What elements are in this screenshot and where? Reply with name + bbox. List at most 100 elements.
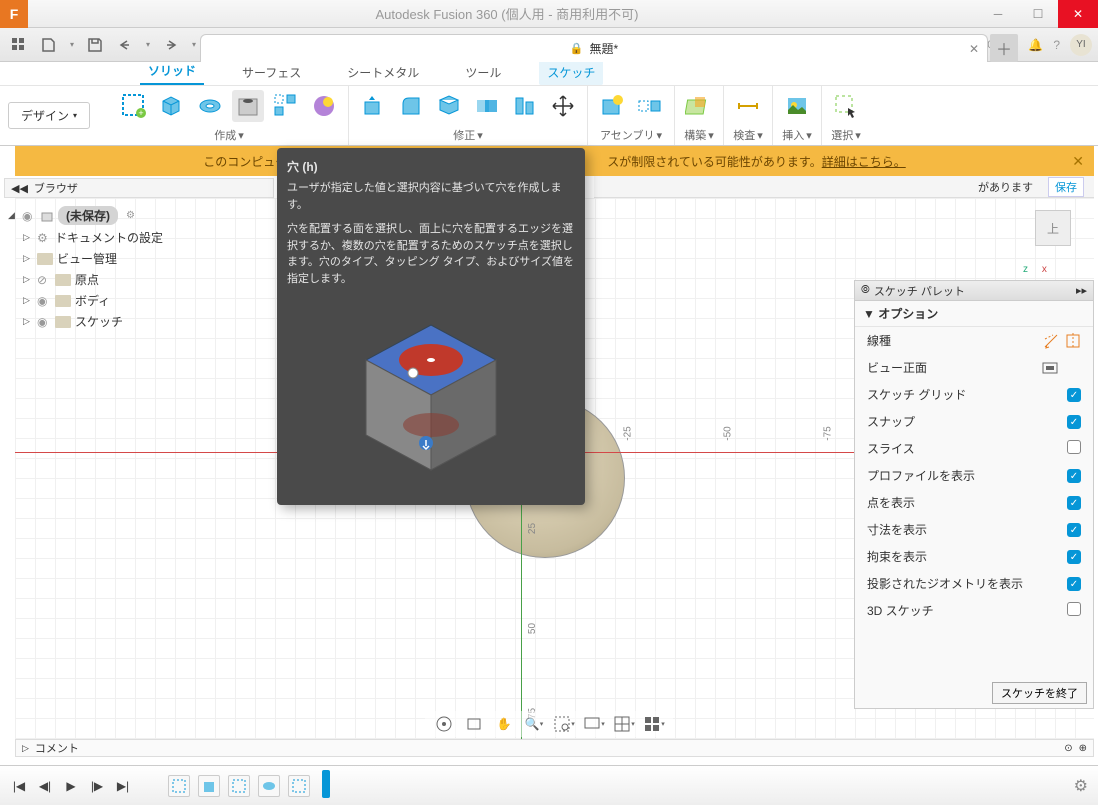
row-dims: 寸法を表示✓ bbox=[855, 516, 1093, 543]
fit-button[interactable]: ▾ bbox=[553, 713, 575, 735]
presspull-button[interactable] bbox=[357, 90, 389, 122]
construction-line-icon[interactable] bbox=[1043, 333, 1059, 349]
tab-close-icon[interactable]: ✕ bbox=[969, 42, 979, 56]
form-button[interactable] bbox=[308, 90, 340, 122]
navbar: ✋ 🔍▾ ▾ ▾ ▾ ▾ bbox=[425, 711, 673, 737]
tooltip-desc1: ユーザが指定した値と選択内容に基づいて穴を作成します。 bbox=[287, 180, 575, 213]
file-dropdown[interactable]: ▾ bbox=[66, 40, 78, 49]
constraints-checkbox[interactable]: ✓ bbox=[1067, 550, 1081, 564]
workspace-switcher[interactable]: デザイン▾ bbox=[8, 102, 90, 129]
undo-dropdown[interactable]: ▾ bbox=[142, 40, 154, 49]
bell-icon[interactable]: 🔔 bbox=[1028, 38, 1043, 52]
status-row: があります 保存 bbox=[594, 176, 1094, 198]
extrude-button[interactable] bbox=[156, 90, 188, 122]
maximize-button[interactable]: ☐ bbox=[1018, 0, 1058, 28]
help-icon[interactable]: ? bbox=[1053, 38, 1060, 52]
viewcube[interactable]: 上 z x bbox=[1028, 210, 1078, 260]
comment-bar[interactable]: ▷ コメント ⊙ ⊕ bbox=[15, 739, 1094, 757]
undo-button[interactable] bbox=[112, 32, 138, 58]
profile-checkbox[interactable]: ✓ bbox=[1067, 469, 1081, 483]
user-avatar[interactable]: YI bbox=[1070, 34, 1092, 56]
measure-button[interactable] bbox=[732, 90, 764, 122]
centerline-icon[interactable] bbox=[1065, 333, 1081, 349]
new-component-button[interactable] bbox=[596, 90, 628, 122]
timeline-play-button[interactable]: ▶ bbox=[62, 777, 80, 795]
tab-sketch[interactable]: スケッチ bbox=[539, 60, 603, 85]
gear-icon[interactable]: ⚙ bbox=[126, 210, 135, 221]
new-tab-button[interactable]: ＋ bbox=[990, 34, 1018, 62]
hole-button[interactable] bbox=[232, 90, 264, 122]
group-select: 選択 ▾ bbox=[822, 86, 870, 145]
tab-solid[interactable]: ソリッド bbox=[140, 58, 204, 85]
new-sketch-button[interactable]: + bbox=[118, 90, 150, 122]
shell-button[interactable] bbox=[433, 90, 465, 122]
revolve-button[interactable] bbox=[194, 90, 226, 122]
timeline-settings-icon[interactable]: ⚙ bbox=[1074, 776, 1088, 796]
pan-button[interactable]: ✋ bbox=[493, 713, 515, 735]
browser-header[interactable]: ◀◀ ブラウザ bbox=[4, 178, 274, 198]
grid-nav-button[interactable]: ▾ bbox=[613, 713, 635, 735]
timeline-stepfwd-button[interactable]: |▶ bbox=[88, 777, 106, 795]
file-button[interactable] bbox=[36, 32, 62, 58]
tree-root[interactable]: ◢◉ (未保存) ⚙ bbox=[8, 204, 270, 227]
plane-button[interactable] bbox=[683, 90, 715, 122]
timeline-stepback-button[interactable]: ◀| bbox=[36, 777, 54, 795]
viewport-button[interactable]: ▾ bbox=[643, 713, 665, 735]
timeline-marker[interactable] bbox=[322, 770, 330, 798]
timeline-feature-3[interactable] bbox=[228, 775, 250, 797]
timeline-start-button[interactable]: |◀ bbox=[10, 777, 28, 795]
component-icon bbox=[40, 209, 54, 223]
tree-bodies[interactable]: ▷◉ボディ bbox=[8, 290, 270, 311]
finish-sketch-button[interactable]: スケッチを終了 bbox=[992, 682, 1087, 704]
data-panel-button[interactable] bbox=[6, 32, 32, 58]
combine-button[interactable] bbox=[471, 90, 503, 122]
slice-checkbox[interactable] bbox=[1067, 440, 1081, 454]
warning-link[interactable]: 詳細はこちら。 bbox=[822, 153, 906, 170]
fillet-button[interactable] bbox=[395, 90, 427, 122]
snap-checkbox[interactable]: ✓ bbox=[1067, 415, 1081, 429]
timeline-feature-2[interactable] bbox=[198, 775, 220, 797]
warning-close-icon[interactable]: ✕ bbox=[1072, 153, 1084, 170]
lookat-button[interactable] bbox=[1041, 360, 1059, 376]
timeline-end-button[interactable]: ▶| bbox=[114, 777, 132, 795]
close-button[interactable]: ✕ bbox=[1058, 0, 1098, 28]
timeline-feature-5[interactable] bbox=[288, 775, 310, 797]
tree-origin[interactable]: ▷⊘原点 bbox=[8, 269, 270, 290]
display-button[interactable]: ▾ bbox=[583, 713, 605, 735]
move-button[interactable] bbox=[547, 90, 579, 122]
minimize-button[interactable]: ─ bbox=[978, 0, 1018, 28]
lookat-nav-button[interactable] bbox=[463, 713, 485, 735]
save-button[interactable] bbox=[82, 32, 108, 58]
redo-dropdown[interactable]: ▾ bbox=[188, 40, 200, 49]
tab-sheetmetal[interactable]: シートメタル bbox=[339, 60, 427, 85]
save-link[interactable]: 保存 bbox=[1048, 177, 1084, 197]
tree-docsettings[interactable]: ▷⚙ドキュメントの設定 bbox=[8, 227, 270, 248]
document-tab[interactable]: 🔒 無題* ✕ bbox=[200, 34, 988, 62]
points-checkbox[interactable]: ✓ bbox=[1067, 496, 1081, 510]
align-button[interactable] bbox=[509, 90, 541, 122]
tree-views[interactable]: ▷ビュー管理 bbox=[8, 248, 270, 269]
tree-sketches[interactable]: ▷◉スケッチ bbox=[8, 311, 270, 332]
projected-checkbox[interactable]: ✓ bbox=[1067, 577, 1081, 591]
palette-section[interactable]: ▼ オプション bbox=[855, 301, 1093, 327]
sketch-palette: ⦾スケッチ パレット▸▸ ▼ オプション 線種 ビュー正面 スケッチ グリッド✓… bbox=[854, 280, 1094, 709]
tooltip: 穴 (h) ユーザが指定した値と選択内容に基づいて穴を作成します。 穴を配置する… bbox=[277, 148, 585, 505]
insert-button[interactable] bbox=[781, 90, 813, 122]
tab-surface[interactable]: サーフェス bbox=[234, 60, 309, 85]
dims-checkbox[interactable]: ✓ bbox=[1067, 523, 1081, 537]
grid-checkbox[interactable]: ✓ bbox=[1067, 388, 1081, 402]
qat: ▾ ▾ ▾ 🔒 無題* ✕ ＋ 0/10 🕐 🔔 ? YI bbox=[0, 28, 1098, 62]
orbit-button[interactable] bbox=[433, 713, 455, 735]
palette-header[interactable]: ⦾スケッチ パレット▸▸ bbox=[855, 281, 1093, 301]
joint-button[interactable] bbox=[634, 90, 666, 122]
select-button[interactable] bbox=[830, 90, 862, 122]
3dsketch-checkbox[interactable] bbox=[1067, 602, 1081, 616]
timeline-feature-1[interactable] bbox=[168, 775, 190, 797]
timeline-feature-4[interactable] bbox=[258, 775, 280, 797]
zoom-button[interactable]: 🔍▾ bbox=[523, 713, 545, 735]
redo-button[interactable] bbox=[158, 32, 184, 58]
tab-tools[interactable]: ツール bbox=[457, 60, 509, 85]
collapse-icon[interactable]: ◀◀ bbox=[11, 182, 28, 195]
pin-icon[interactable]: ▸▸ bbox=[1076, 284, 1087, 297]
pattern-button[interactable] bbox=[270, 90, 302, 122]
